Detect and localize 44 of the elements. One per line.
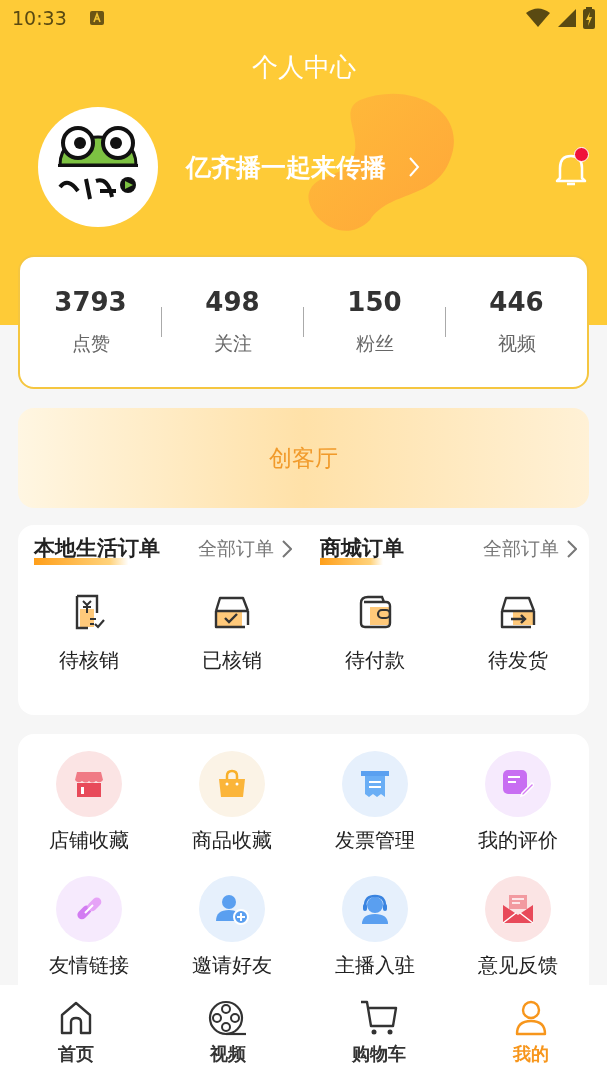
stat-label: 点赞 (71, 331, 110, 356)
avatar-logo[interactable] (38, 107, 158, 227)
all-orders-link[interactable]: 全部订单 (483, 536, 577, 562)
chevron-right-icon (281, 540, 292, 558)
stat-value: 150 (347, 287, 402, 317)
service-label[interactable]: 发票管理 (334, 827, 415, 854)
stat-value: 3793 (54, 287, 127, 317)
service-label[interactable]: 商品收藏 (192, 827, 273, 854)
add-user-icon[interactable] (215, 893, 250, 925)
order-status-label[interactable]: 已核销 (202, 647, 263, 674)
order-status-label[interactable]: 待付款 (344, 647, 405, 674)
person-icon (514, 999, 549, 1036)
section-title: 商城订单 (319, 533, 404, 565)
service-label[interactable]: 我的评价 (477, 827, 558, 854)
battery-icon (583, 7, 595, 29)
stat-label: 关注 (213, 331, 252, 356)
service-label[interactable]: 邀请好友 (192, 952, 273, 979)
stat-value: 446 (489, 287, 544, 317)
signal-icon (557, 8, 577, 28)
chevron-right-icon[interactable] (408, 156, 420, 178)
all-orders-link[interactable]: 全部订单 (197, 536, 292, 562)
status-time: 10:33 (12, 7, 67, 29)
chevron-right-icon (567, 540, 577, 558)
nav-tab[interactable]: 购物车 (303, 985, 456, 1080)
order-status-label[interactable]: 待核销 (59, 647, 120, 674)
order-status-label[interactable]: 待发货 (487, 647, 548, 674)
stat-label: 视频 (497, 331, 536, 356)
service-label[interactable]: 友情链接 (49, 952, 130, 979)
page-title: 个人中心 (251, 51, 356, 84)
service-label[interactable]: 意见反馈 (477, 952, 558, 979)
stat-label: 粉丝 (355, 331, 394, 356)
film-reel-icon (207, 999, 248, 1036)
invoice-icon[interactable] (359, 769, 390, 799)
service-label[interactable]: 主播入驻 (334, 952, 415, 979)
service-label[interactable]: 店铺收藏 (49, 827, 130, 854)
nav-tab[interactable]: 视频 (151, 985, 304, 1080)
wifi-icon (525, 8, 551, 28)
envelope-icon[interactable] (501, 893, 534, 925)
stat-value: 498 (205, 287, 260, 317)
cart-icon (359, 999, 400, 1036)
store-icon[interactable] (74, 770, 105, 798)
bag-icon[interactable] (217, 769, 248, 799)
note-pencil-icon[interactable] (501, 769, 534, 799)
nav-tab[interactable]: 首页 (0, 985, 152, 1080)
